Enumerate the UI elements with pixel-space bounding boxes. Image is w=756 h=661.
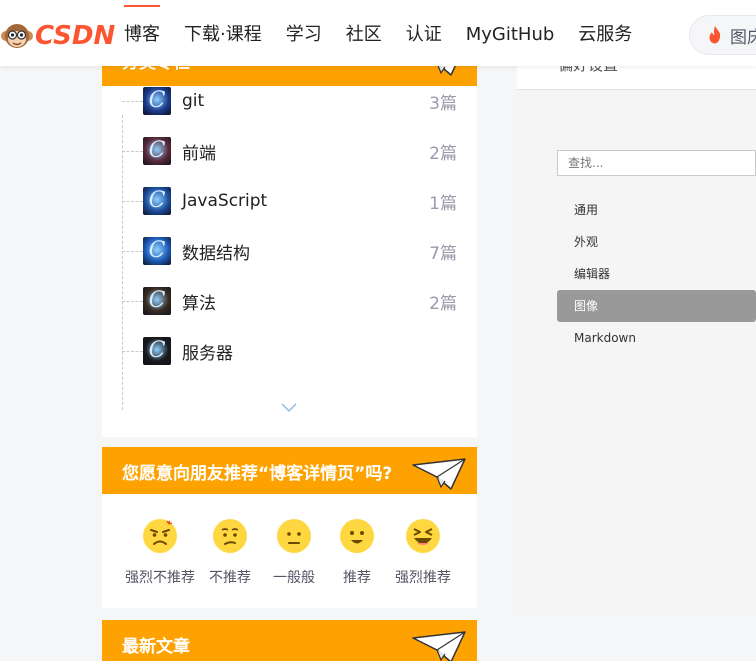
preferences-menu-item[interactable]: 图像 (557, 290, 756, 322)
category-thumbnail: C (143, 87, 171, 115)
recommend-card-title: 您愿意向朋友推荐“博客详情页”吗? (122, 464, 393, 484)
category-item[interactable]: C 数据结构 7篇 (122, 236, 477, 266)
rating-option[interactable]: 强烈推荐 (383, 518, 463, 587)
tree-branch (122, 250, 143, 252)
preferences-menu-item[interactable]: 通用 (557, 194, 756, 226)
category-thumbnail: C (143, 187, 171, 215)
nav-item[interactable]: 认证 (394, 0, 454, 66)
recommend-survey-card: 您愿意向朋友推荐“博客详情页”吗? 强烈不推荐 不推荐 一般般 推荐 强烈推荐 (102, 447, 477, 608)
monkey-mascot-icon (0, 19, 34, 53)
category-name: 算法 (182, 293, 216, 314)
happy-face-icon (340, 519, 374, 553)
nav-item[interactable]: 学习 (274, 0, 334, 66)
chevron-down-icon[interactable] (281, 403, 297, 413)
preferences-menu-item[interactable]: Markdown (557, 322, 756, 354)
top-navigation-bar: CSDN 博客 下载·课程 学习 社区 认证 MyGitHub 云服务 图床 (0, 0, 756, 66)
category-item[interactable]: C 算法 2篇 (122, 286, 477, 316)
paper-plane-icon (412, 631, 466, 661)
neutral-face-icon (277, 519, 311, 553)
latest-articles-card: 最新文章 (102, 620, 477, 661)
category-item[interactable]: C 前端 2篇 (122, 136, 477, 166)
main-nav: 博客 下载·课程 学习 社区 认证 MyGitHub 云服务 (112, 0, 644, 66)
nav-item[interactable]: 社区 (334, 0, 394, 66)
category-name: JavaScript (182, 191, 268, 211)
category-column-card: 分类专栏 Cgit3篇C前端2篇CJavaScript1篇C数据结构7篇C算法2… (102, 44, 477, 437)
tree-branch (122, 350, 143, 352)
tree-branch (122, 300, 143, 302)
category-count: 7篇 (429, 243, 457, 264)
category-thumbnail: C (143, 137, 171, 165)
preferences-menu-item[interactable]: 外观 (557, 226, 756, 258)
nav-item[interactable]: MyGitHub (454, 0, 567, 66)
category-name: git (182, 91, 205, 111)
rating-option[interactable]: 强烈不推荐 (120, 518, 200, 587)
rating-options: 强烈不推荐 不推荐 一般般 推荐 强烈推荐 (102, 494, 477, 608)
tree-branch (122, 100, 143, 102)
category-thumbnail: C (143, 337, 171, 365)
tree-branch (122, 150, 143, 152)
preferences-menu-item[interactable]: 编辑器 (557, 258, 756, 290)
nav-item[interactable]: 下载·课程 (172, 0, 274, 66)
rating-label: 强烈不推荐 (125, 570, 195, 586)
angry-face-icon (143, 519, 177, 553)
latest-card-title: 最新文章 (122, 637, 190, 657)
category-count: 1篇 (429, 193, 457, 214)
category-thumbnail: C (143, 237, 171, 265)
category-name: 服务器 (182, 343, 233, 364)
category-item[interactable]: C JavaScript 1篇 (122, 186, 477, 216)
preferences-search-input[interactable] (557, 150, 756, 176)
tree-branch (122, 200, 143, 202)
preferences-header: 偏好设置 (517, 56, 756, 90)
preferences-dialog: 偏好设置 通用外观编辑器图像Markdown (517, 56, 756, 613)
category-count: 3篇 (429, 93, 457, 114)
unhappy-face-icon (213, 519, 247, 553)
category-thumbnail: C (143, 287, 171, 315)
logo-text: CSDN (35, 21, 116, 51)
rating-label: 强烈推荐 (395, 570, 451, 586)
category-name: 数据结构 (182, 243, 250, 264)
hot-search-pill[interactable]: 图床 (689, 15, 756, 55)
flame-icon (709, 26, 721, 44)
category-count: 2篇 (429, 143, 457, 164)
latest-card-header: 最新文章 (102, 620, 477, 661)
delighted-face-icon (406, 519, 440, 553)
category-item[interactable]: C 服务器 (122, 336, 477, 366)
nav-item[interactable]: 博客 (112, 0, 172, 66)
hot-search-label: 图床 (730, 27, 756, 48)
category-name: 前端 (182, 143, 216, 164)
category-count: 2篇 (429, 293, 457, 314)
csdn-logo[interactable]: CSDN (0, 18, 115, 54)
preferences-menu: 通用 外观 编辑器 图像 Markdown (557, 194, 756, 354)
recommend-card-header: 您愿意向朋友推荐“博客详情页”吗? (102, 447, 477, 494)
paper-plane-icon (412, 458, 466, 490)
nav-item[interactable]: 云服务 (566, 0, 644, 66)
category-item[interactable]: Cgit 3篇 (122, 86, 477, 116)
